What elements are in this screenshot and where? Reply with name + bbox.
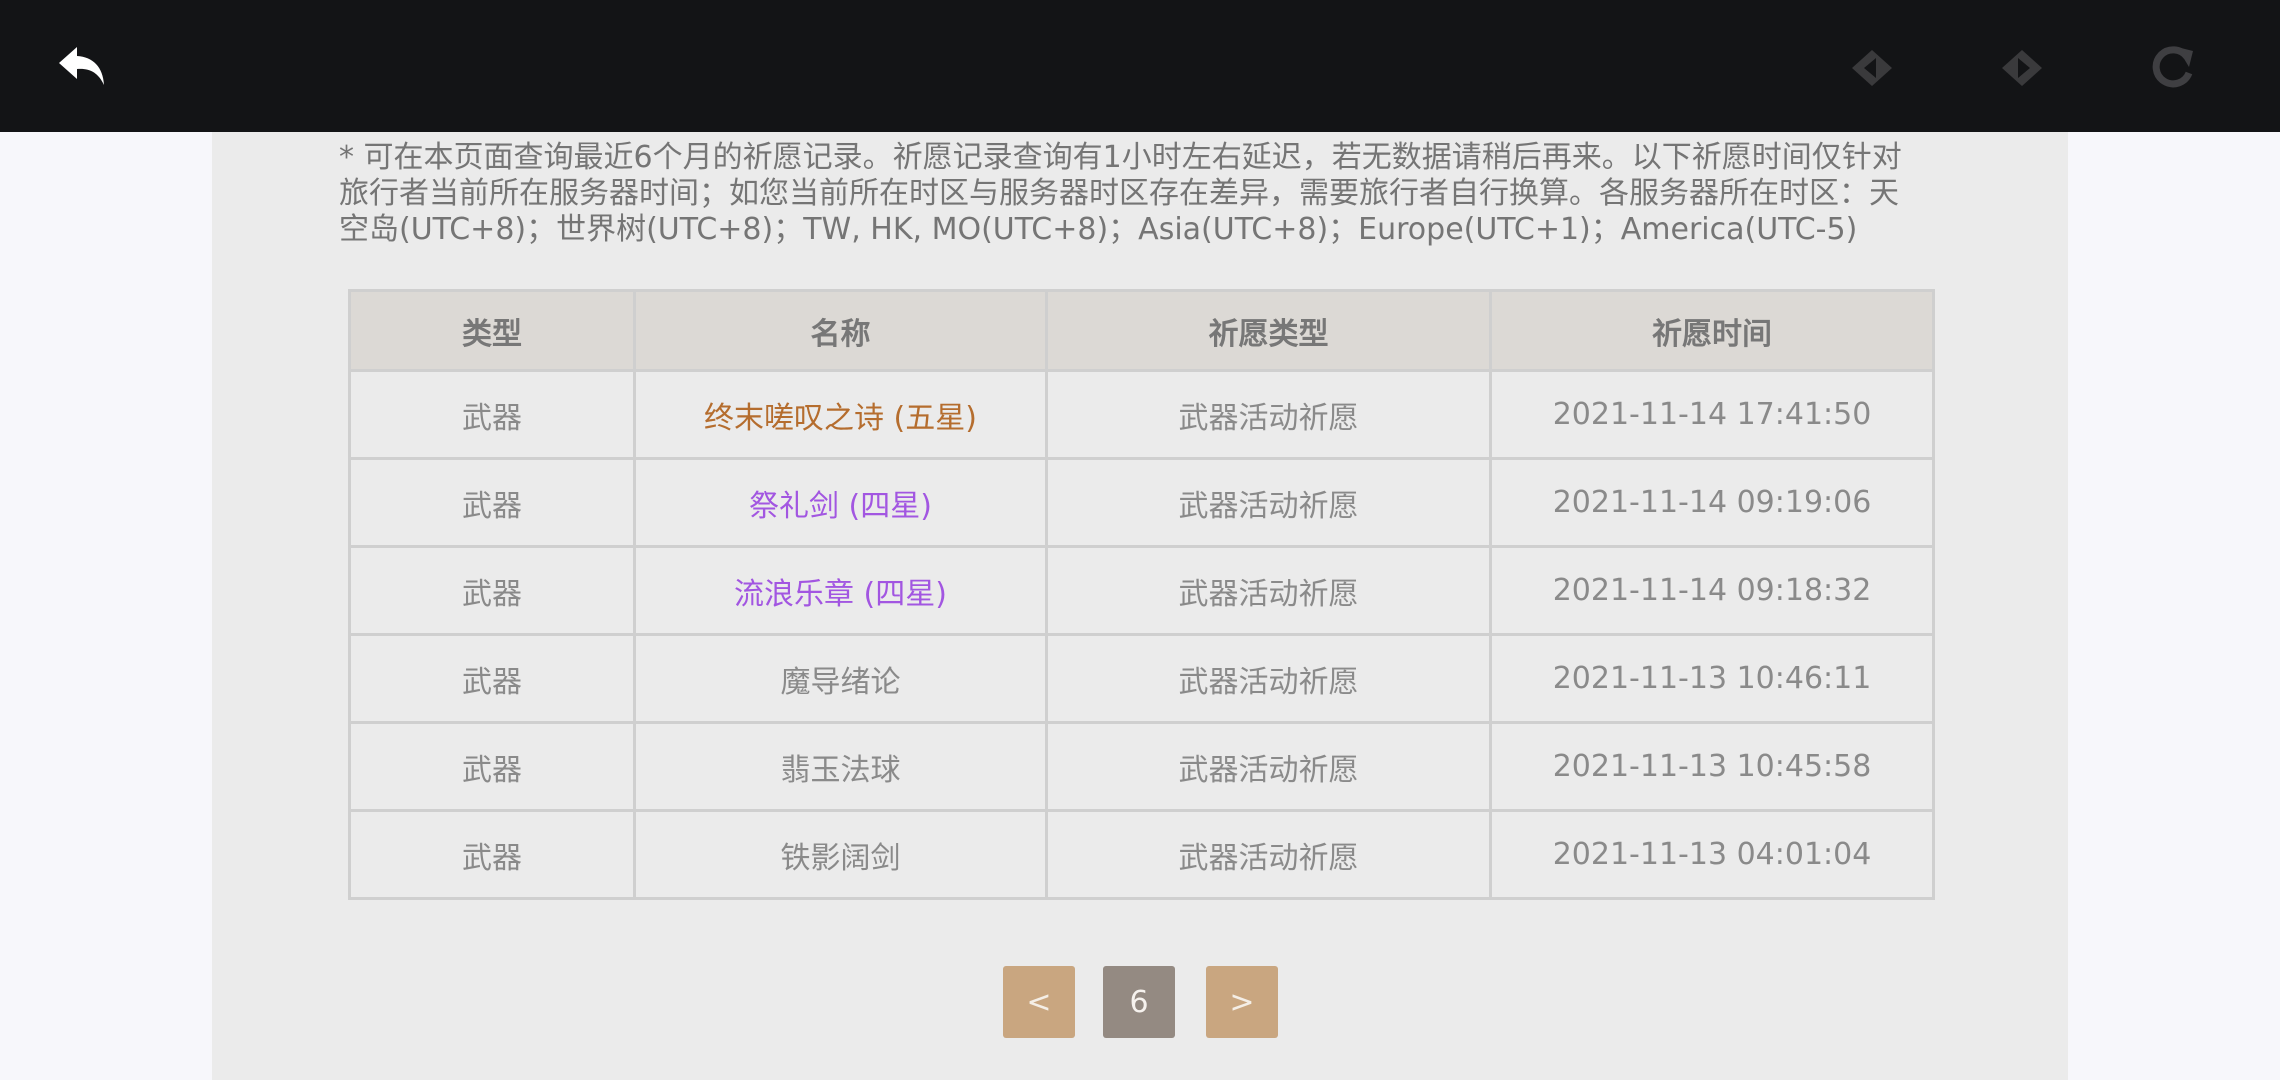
table-row: 武器 祭礼剑 (四星) 武器活动祈愿 2021-11-14 09:19:06 [348, 457, 1935, 548]
wish-notice-text: * 可在本页面查询最近6个月的祈愿记录。祈愿记录查询有1小时左右延迟，若无数据请… [339, 140, 1902, 247]
prev-page-icon [1852, 50, 1892, 86]
pagination-next-button[interactable]: > [1206, 966, 1278, 1038]
cell-wish-time: 2021-11-13 10:46:11 [1489, 633, 1935, 724]
pagination-prev-button[interactable]: < [1003, 966, 1075, 1038]
chevron-left-icon: < [1026, 984, 1052, 1020]
cell-wish-type: 武器活动祈愿 [1045, 809, 1492, 900]
next-page-icon [2002, 50, 2042, 86]
cell-item-name: 终末嗟叹之诗 (五星) [633, 369, 1048, 460]
top-toolbar [0, 0, 2280, 132]
table-row: 武器 终末嗟叹之诗 (五星) 武器活动祈愿 2021-11-14 17:41:5… [348, 369, 1935, 460]
cell-type: 武器 [348, 809, 636, 900]
cell-wish-time: 2021-11-13 10:45:58 [1489, 721, 1935, 812]
left-margin [0, 132, 212, 1080]
header-wish-type: 祈愿类型 [1045, 289, 1492, 372]
next-page-button[interactable] [1990, 36, 2054, 100]
cell-wish-type: 武器活动祈愿 [1045, 633, 1492, 724]
table-header-row: 类型 名称 祈愿类型 祈愿时间 [348, 289, 1935, 372]
back-button[interactable] [50, 36, 114, 100]
table-row: 武器 流浪乐章 (四星) 武器活动祈愿 2021-11-14 09:18:32 [348, 545, 1935, 636]
back-arrow-icon [59, 47, 104, 85]
header-type: 类型 [348, 289, 636, 372]
cell-item-name: 祭礼剑 (四星) [633, 457, 1048, 548]
cell-item-name: 魔导绪论 [633, 633, 1048, 724]
pagination: < 6 > [212, 966, 2068, 1038]
table-row: 武器 铁影阔剑 武器活动祈愿 2021-11-13 04:01:04 [348, 809, 1935, 900]
table-row: 武器 翡玉法球 武器活动祈愿 2021-11-13 10:45:58 [348, 721, 1935, 812]
cell-wish-time: 2021-11-14 17:41:50 [1489, 369, 1935, 460]
cell-wish-type: 武器活动祈愿 [1045, 457, 1492, 548]
cell-wish-time: 2021-11-14 09:18:32 [1489, 545, 1935, 636]
cell-type: 武器 [348, 545, 636, 636]
right-margin [2068, 132, 2280, 1080]
cell-wish-type: 武器活动祈愿 [1045, 721, 1492, 812]
cell-wish-type: 武器活动祈愿 [1045, 369, 1492, 460]
cell-wish-time: 2021-11-13 04:01:04 [1489, 809, 1935, 900]
cell-type: 武器 [348, 457, 636, 548]
cell-item-name: 翡玉法球 [633, 721, 1048, 812]
pagination-current-page: 6 [1103, 966, 1175, 1038]
cell-item-name: 铁影阔剑 [633, 809, 1048, 900]
reload-icon [2152, 46, 2193, 88]
cell-item-name: 流浪乐章 (四星) [633, 545, 1048, 636]
header-name: 名称 [633, 289, 1048, 372]
prev-page-button[interactable] [1840, 36, 1904, 100]
wish-history-panel: * 可在本页面查询最近6个月的祈愿记录。祈愿记录查询有1小时左右延迟，若无数据请… [212, 132, 2068, 1080]
cell-type: 武器 [348, 633, 636, 724]
cell-type: 武器 [348, 721, 636, 812]
table-row: 武器 魔导绪论 武器活动祈愿 2021-11-13 10:46:11 [348, 633, 1935, 724]
chevron-right-icon: > [1229, 984, 1255, 1020]
cell-wish-time: 2021-11-14 09:19:06 [1489, 457, 1935, 548]
reload-button[interactable] [2140, 36, 2204, 100]
cell-wish-type: 武器活动祈愿 [1045, 545, 1492, 636]
wish-records-table: 类型 名称 祈愿类型 祈愿时间 武器 终末嗟叹之诗 (五星) 武器活动祈愿 20… [348, 289, 1935, 900]
header-wish-time: 祈愿时间 [1489, 289, 1935, 372]
cell-type: 武器 [348, 369, 636, 460]
